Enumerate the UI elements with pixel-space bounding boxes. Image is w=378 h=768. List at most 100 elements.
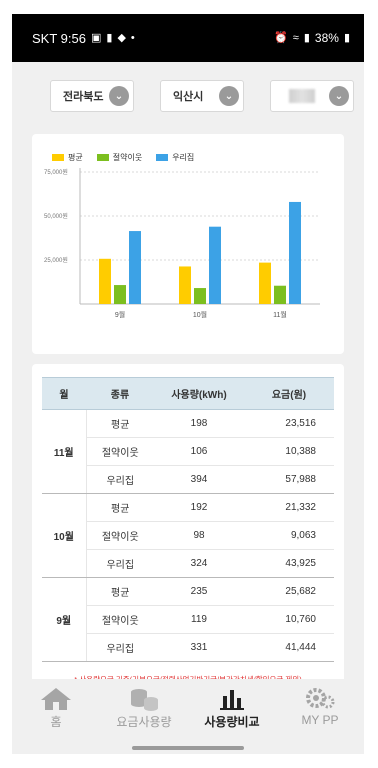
bar-0-0 <box>99 258 111 304</box>
nav-fee-usage[interactable]: 요금사용량 <box>104 685 184 730</box>
type-cell: 절약이웃 <box>86 521 154 550</box>
alarm-icon: ⏰ <box>274 31 288 44</box>
bar-chart-icon <box>217 685 247 713</box>
x-tick-label: 11월 <box>273 310 287 319</box>
legend-label: 우리집 <box>172 153 195 162</box>
fee-cell: 43,925 <box>244 549 334 578</box>
chevron-down-icon: ⌄ <box>329 86 349 106</box>
legend-label: 절약이웃 <box>112 153 143 162</box>
city-select[interactable]: 익산시 ⌄ <box>160 80 244 112</box>
legend-swatch <box>156 154 169 161</box>
status-bar: SKT 9:56 ▣ ▮ ◆ • ⏰ ≈ ▮ 38% ▮ <box>12 14 364 62</box>
home-icon <box>39 685 73 713</box>
bar-0-2 <box>129 231 141 304</box>
usage-cell: 106 <box>154 437 244 466</box>
nav-usage-compare[interactable]: 사용량비교 <box>192 685 272 730</box>
table-row: 절약이웃 98 9,063 <box>42 521 334 550</box>
y-tick-label: 25,000원 <box>44 256 68 264</box>
usage-cell: 394 <box>154 465 244 494</box>
bar-chart: 25,000원 50,000원 75,000원 9월 10월 11월 <box>44 168 320 319</box>
district-select[interactable]: ⌄ <box>270 80 354 112</box>
type-cell: 우리집 <box>86 465 154 494</box>
table-row: 우리집 331 41,444 <box>42 633 334 662</box>
table-header-row: 월 종류 사용량(kWh) 요금(원) <box>42 377 334 410</box>
signal-icon: ▮ <box>303 31 310 44</box>
type-cell: 절약이웃 <box>86 437 154 466</box>
bar-0-1 <box>114 285 126 304</box>
nav-label: 사용량비교 <box>204 715 260 729</box>
fee-cell: 10,760 <box>244 605 334 634</box>
type-cell: 평균 <box>86 577 154 606</box>
bar-1-2 <box>209 226 221 304</box>
province-value: 전라북도 <box>63 91 104 103</box>
coins-icon <box>127 685 161 713</box>
type-cell: 평균 <box>86 493 154 522</box>
chart-legend: 평균 절약이웃 우리집 <box>32 134 344 163</box>
shield-icon: ◆ <box>117 31 126 44</box>
table-row: 9월 평균 235 25,682 <box>42 577 334 662</box>
table-row: 10월 평균 192 21,332 <box>42 493 334 578</box>
gears-icon <box>303 685 337 713</box>
chevron-down-icon: ⌄ <box>219 86 239 106</box>
usage-table: 월 종류 사용량(kWh) 요금(원) 11월 평균 198 23,516 절약이웃 10… <box>42 377 334 662</box>
y-tick-label: 75,000원 <box>44 168 68 176</box>
province-select[interactable]: 전라북도 ⌄ <box>50 80 134 112</box>
usage-cell: 98 <box>154 521 244 550</box>
legend-swatch <box>96 154 109 161</box>
nav-home[interactable]: 홈 <box>16 685 96 730</box>
nav-label: 홈 <box>50 715 62 729</box>
fee-cell: 21,332 <box>244 493 334 522</box>
legend-swatch <box>52 154 64 161</box>
gallery-icon: ▣ <box>90 31 102 44</box>
legend-item: 우리집 <box>156 152 194 163</box>
chat-icon: ▮ <box>106 31 113 44</box>
nav-label: MY PP <box>301 713 339 727</box>
month-cell: 11월 <box>42 409 87 494</box>
month-cell: 10월 <box>42 493 87 578</box>
wifi-icon: ≈ <box>292 31 299 44</box>
bottom-nav: 홈 요금사용량 사용량비교 MY PP <box>12 679 364 739</box>
fee-cell: 41,444 <box>244 633 334 662</box>
usage-cell: 198 <box>154 409 244 438</box>
month-cell: 9월 <box>42 577 87 662</box>
type-cell: 우리집 <box>86 633 154 662</box>
bar-2-2 <box>289 201 301 304</box>
type-cell: 절약이웃 <box>86 605 154 634</box>
table-row: 절약이웃 119 10,760 <box>42 605 334 634</box>
home-indicator[interactable] <box>132 746 244 750</box>
table-row: 11월 평균 198 23,516 <box>42 409 334 494</box>
fee-cell: 9,063 <box>244 521 334 550</box>
city-value: 익산시 <box>173 91 204 103</box>
fee-cell: 57,988 <box>244 465 334 494</box>
x-tick-label: 9월 <box>115 310 125 319</box>
usage-cell: 235 <box>154 577 244 606</box>
table-row: 우리집 394 57,988 <box>42 465 334 494</box>
legend-item: 평균 <box>52 152 83 163</box>
usage-table-card: 월 종류 사용량(kWh) 요금(원) 11월 평균 198 23,516 절약이웃 10… <box>32 364 344 694</box>
comparison-chart-card: 평균 절약이웃 우리집 25,000원 50,000원 75,000원 9월 10월 11… <box>32 134 344 354</box>
table-row: 절약이웃 106 10,388 <box>42 437 334 466</box>
nav-label: 요금사용량 <box>116 715 172 729</box>
x-tick-label: 10월 <box>193 310 207 319</box>
carrier-time: SKT 9:56 <box>32 30 86 46</box>
fee-cell: 25,682 <box>244 577 334 606</box>
nav-my-pp[interactable]: MY PP <box>280 685 360 727</box>
bar-2-1 <box>274 285 286 304</box>
dot-icon: • <box>130 31 135 44</box>
bar-2-0 <box>259 262 271 304</box>
fee-cell: 10,388 <box>244 437 334 466</box>
legend-label: 평균 <box>68 153 83 162</box>
y-tick-label: 50,000원 <box>44 212 68 220</box>
col-fee-header: 요금(원) <box>244 377 334 410</box>
type-cell: 우리집 <box>86 549 154 578</box>
col-month-header: 월 <box>42 377 86 410</box>
type-cell: 평균 <box>86 409 154 438</box>
district-value-blurred <box>289 89 315 103</box>
col-usage-header: 사용량(kWh) <box>154 377 244 410</box>
battery-icon: ▮ <box>343 31 350 44</box>
region-filters: 전라북도 ⌄ 익산시 ⌄ ⌄ <box>12 62 364 112</box>
bar-1-0 <box>179 266 191 304</box>
fee-cell: 23,516 <box>244 409 334 438</box>
usage-cell: 192 <box>154 493 244 522</box>
usage-cell: 331 <box>154 633 244 662</box>
